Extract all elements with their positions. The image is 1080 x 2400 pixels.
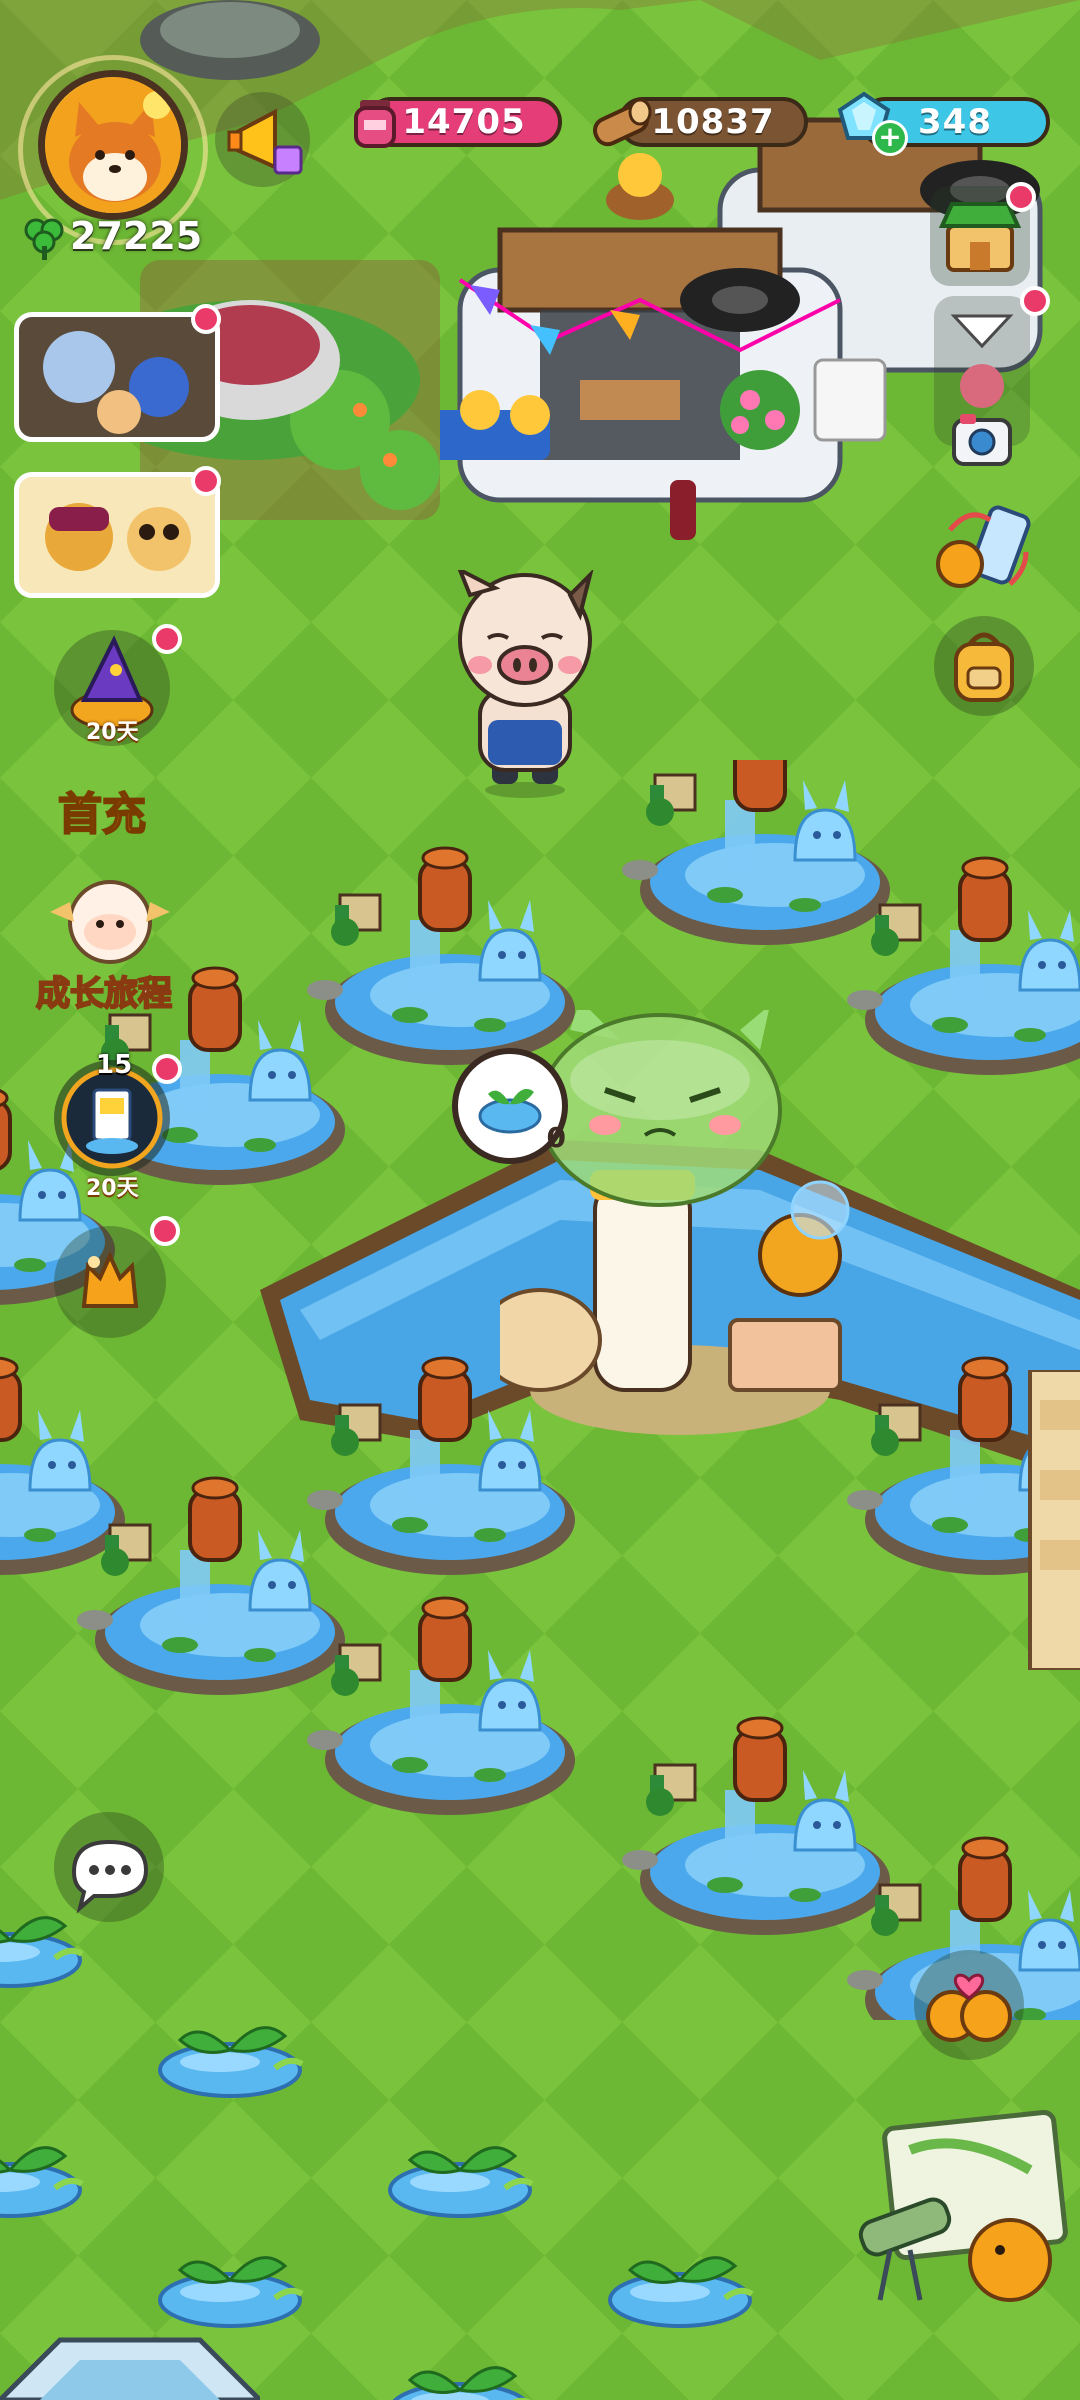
event-art-icon <box>19 317 215 437</box>
item-count: 0 <box>546 1121 566 1154</box>
map-explore-button[interactable] <box>850 2109 1080 2310</box>
event-card-1-badge <box>191 304 221 334</box>
gift-event-button[interactable] <box>54 1226 166 1338</box>
growth-journey-label: 成长旅程 <box>35 973 173 1015</box>
megaphone-icon <box>227 108 303 175</box>
season-pass-badge <box>152 624 182 654</box>
backpack-icon <box>954 632 1014 702</box>
event-card-2-badge <box>191 466 221 496</box>
clover-icon <box>24 218 64 260</box>
shop-badge <box>1006 182 1036 212</box>
rotate-view-button[interactable] <box>930 500 1040 596</box>
water-sprout-decor <box>0 1860 800 2400</box>
camera-icon <box>952 414 1012 466</box>
add-gems-button[interactable]: + <box>872 120 908 156</box>
game-scene[interactable]: 0 27225 14705 10837 348 + 20天 首充 成长旅程 15… <box>0 0 1080 2400</box>
gift-event-badge <box>150 1216 180 1246</box>
friends-button[interactable] <box>914 1950 1024 2060</box>
phone-rotate-icon <box>936 505 1031 588</box>
event-card-1[interactable] <box>14 312 220 442</box>
gem-value: 348 <box>918 102 992 142</box>
glass-building-decor <box>0 2337 260 2400</box>
first-recharge-button[interactable]: 首充 <box>36 770 176 850</box>
chicks-heart-icon <box>926 1973 1012 2042</box>
first-recharge-label: 首充 <box>57 788 147 841</box>
potion-value: 14705 <box>402 102 526 142</box>
event-art-icon <box>19 477 215 593</box>
chat-button[interactable] <box>54 1812 164 1922</box>
event-card-2[interactable] <box>14 472 220 598</box>
collect-item-bubble[interactable]: 0 <box>452 1048 568 1164</box>
announcement-button[interactable] <box>215 92 310 187</box>
chat-bubble-icon <box>71 1839 149 1914</box>
level-task-badge <box>152 1054 182 1084</box>
growth-journey-button[interactable]: 成长旅程 <box>30 872 190 1018</box>
level-task-days: 20天 <box>86 1176 139 1201</box>
backpack-button[interactable] <box>934 616 1034 716</box>
coin-count: 27225 <box>70 214 203 258</box>
level-task-count: 15 <box>96 1050 133 1080</box>
wood-log-icon <box>592 98 652 147</box>
sheep-icon <box>50 880 170 964</box>
wood-value: 10837 <box>651 102 775 142</box>
orange-hands-icon <box>81 1251 139 1308</box>
tower-building-decor <box>1028 1370 1080 1670</box>
collapse-panel-badge <box>1020 286 1050 316</box>
potion-jar-icon <box>354 100 396 148</box>
camera-button[interactable] <box>950 410 1014 470</box>
map-telescope-icon <box>858 2109 1068 2302</box>
season-pass-days: 20天 <box>86 720 139 745</box>
